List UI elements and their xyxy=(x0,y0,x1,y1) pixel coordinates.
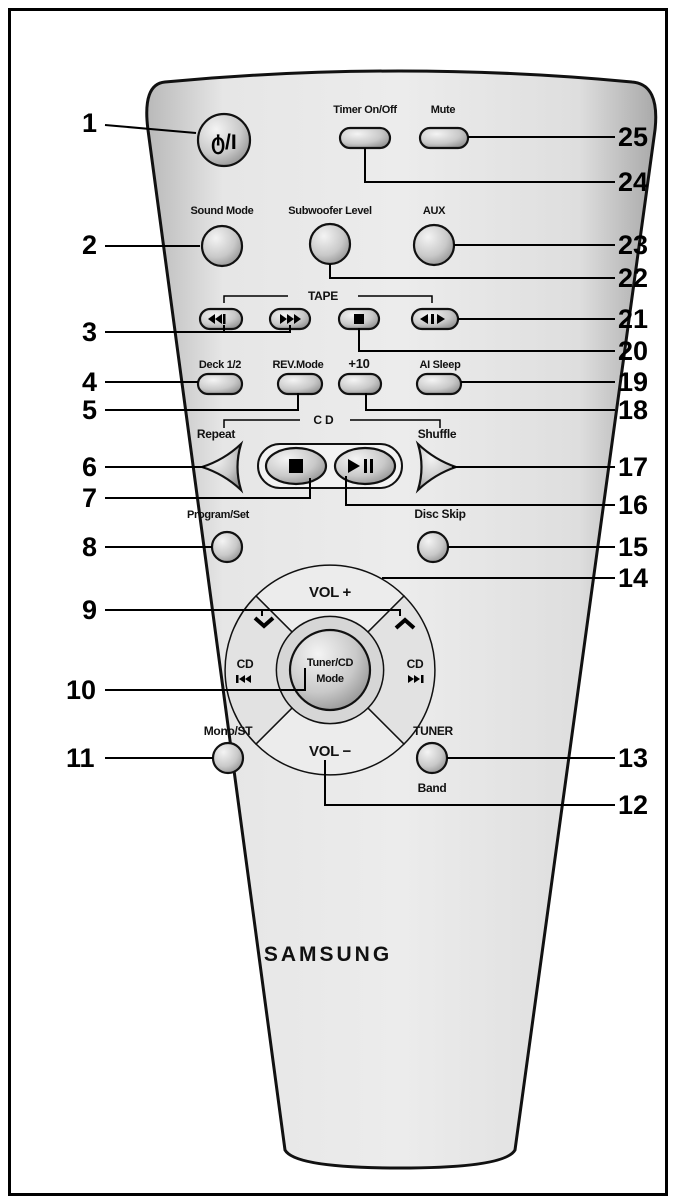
callout-16: 16 xyxy=(618,490,648,520)
cd-stop-button[interactable] xyxy=(264,446,328,486)
callout-23: 23 xyxy=(618,230,648,260)
rev-mode-button[interactable] xyxy=(276,372,324,396)
callout-19: 19 xyxy=(618,367,648,397)
timer-label: Timer On/Off xyxy=(333,104,397,116)
aux-label: AUX xyxy=(423,205,446,217)
subwoofer-button[interactable] xyxy=(308,222,352,266)
callout-18: 18 xyxy=(618,395,648,425)
program-set-label: Program/Set xyxy=(187,509,250,521)
callout-4: 4 xyxy=(82,367,97,397)
cd-left-label: CD xyxy=(237,657,254,671)
tuner-cd-mode-label: Tuner/CD xyxy=(307,657,354,669)
tuner-cd-mode-button[interactable] xyxy=(288,628,372,712)
mute-label: Mute xyxy=(431,104,456,116)
sound-mode-button[interactable] xyxy=(200,224,244,268)
plus10-label: +10 xyxy=(348,356,369,371)
stop-icon xyxy=(289,459,303,473)
shuffle-label: Shuffle xyxy=(418,427,457,441)
repeat-label: Repeat xyxy=(197,427,236,441)
callout-2: 2 xyxy=(82,230,97,260)
tape-play-button[interactable] xyxy=(410,307,460,331)
callout-13: 13 xyxy=(618,743,648,773)
plus10-button[interactable] xyxy=(337,372,383,396)
tuner-label: TUNER xyxy=(413,724,453,738)
disc-skip-label: Disc Skip xyxy=(414,507,465,521)
program-set-button[interactable] xyxy=(210,530,244,564)
ai-sleep-label: AI Sleep xyxy=(419,359,461,371)
nav-cluster: VOL + VOL − CD CD Tuner/CD Mode xyxy=(224,564,436,776)
callout-15: 15 xyxy=(618,532,648,562)
timer-button[interactable] xyxy=(338,126,392,150)
aux-button[interactable] xyxy=(412,223,456,267)
mono-st-button[interactable] xyxy=(211,741,245,775)
callout-3: 3 xyxy=(82,317,97,347)
stop-icon xyxy=(354,314,364,324)
remote-diagram: ტ/I Timer On/Off Mute Sound Mode Subwoof… xyxy=(66,69,658,1170)
mono-st-label: Mono/ST xyxy=(204,724,254,738)
vol-up-label: VOL + xyxy=(309,584,352,601)
cd-label: CD xyxy=(313,413,336,427)
callout-21: 21 xyxy=(618,304,648,334)
callout-7: 7 xyxy=(82,483,97,513)
disc-skip-button[interactable] xyxy=(416,530,450,564)
callout-20: 20 xyxy=(618,336,648,366)
callout-12: 12 xyxy=(618,790,648,820)
callout-10: 10 xyxy=(66,675,96,705)
cd-right-label: CD xyxy=(407,657,424,671)
sound-mode-label: Sound Mode xyxy=(191,205,254,217)
callout-17: 17 xyxy=(618,452,648,482)
cd-play-pause-button[interactable] xyxy=(333,446,397,486)
deck-label: Deck 1/2 xyxy=(199,359,241,371)
callout-8: 8 xyxy=(82,532,97,562)
callout-14: 14 xyxy=(618,563,648,593)
callout-11: 11 xyxy=(66,743,95,773)
callout-24: 24 xyxy=(618,167,648,197)
callout-5: 5 xyxy=(82,395,97,425)
deck-button[interactable] xyxy=(196,372,244,396)
callout-22: 22 xyxy=(618,263,648,293)
callout-25: 25 xyxy=(618,122,648,152)
band-label: Band xyxy=(418,781,447,795)
power-button[interactable]: ტ/I xyxy=(196,112,252,168)
subwoofer-label: Subwoofer Level xyxy=(288,205,372,217)
mute-button[interactable] xyxy=(418,126,470,150)
tuner-band-button[interactable] xyxy=(415,741,449,775)
callout-6: 6 xyxy=(82,452,97,482)
tuner-cd-mode-sublabel: Mode xyxy=(316,673,344,685)
vol-down-label: VOL − xyxy=(309,743,352,760)
ai-sleep-button[interactable] xyxy=(415,372,463,396)
callout-9: 9 xyxy=(82,595,97,625)
brand-logo: SAMSUNG xyxy=(264,943,392,966)
callout-1: 1 xyxy=(82,108,97,138)
tape-stop-button[interactable] xyxy=(337,307,381,331)
power-icon: ტ/I xyxy=(211,131,236,155)
tape-rewind-button[interactable] xyxy=(198,307,244,331)
rev-mode-label: REV.Mode xyxy=(273,359,324,371)
tape-label: TAPE xyxy=(308,289,338,303)
